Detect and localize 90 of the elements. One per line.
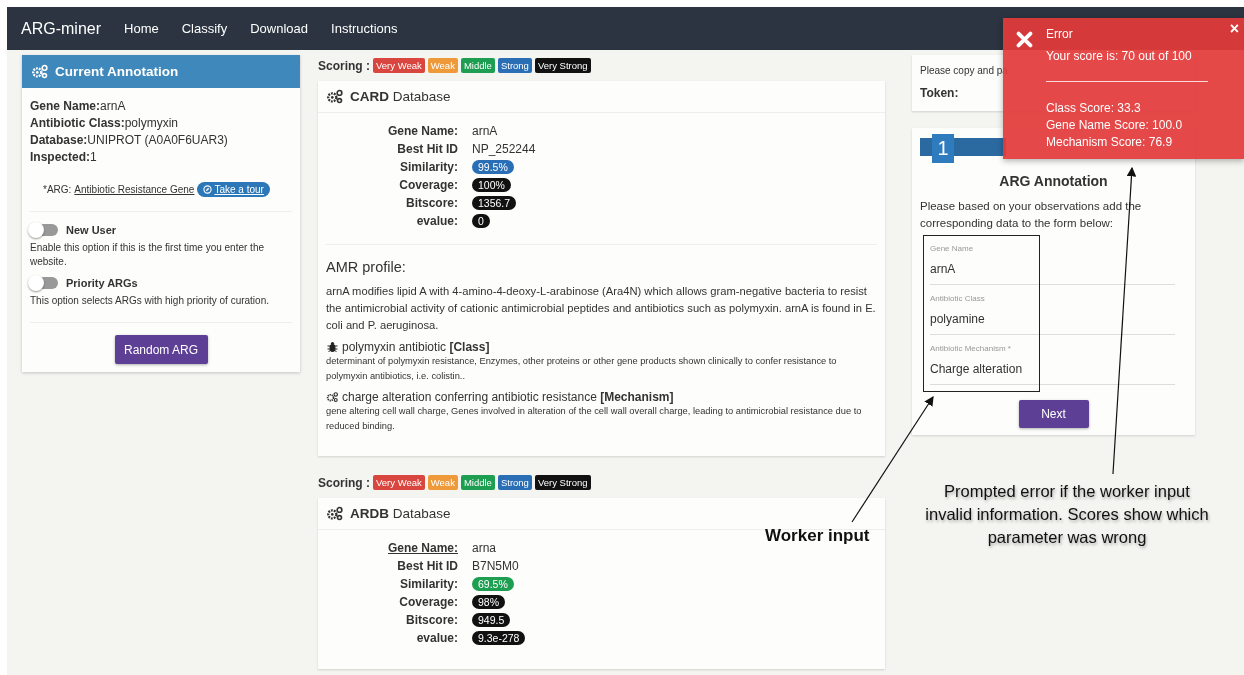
scoring-tag: Very Weak [373, 58, 425, 73]
gears-icon [326, 391, 339, 403]
field-value: UNIPROT (A0A0F6UAR3) [87, 133, 228, 147]
scoring-tag: Very Strong [534, 58, 591, 73]
value-badge: 100% [472, 178, 511, 192]
value-badge: 9.3e-278 [472, 631, 526, 645]
row-label: Gene Name: [386, 541, 458, 555]
scoring-tag: Weak [427, 58, 458, 73]
row-label: Bitscore: [405, 196, 458, 210]
value-badge: 69.5% [472, 577, 514, 591]
toggle-switch[interactable] [30, 277, 58, 289]
panel-title: Current Annotation [55, 64, 179, 79]
field-label: Database: [30, 133, 88, 147]
scoring-label: Scoring : [318, 58, 370, 73]
row-label: evalue: [415, 631, 458, 645]
compass-icon [203, 185, 213, 194]
scoring-tag: Very Weak [373, 475, 425, 490]
row-label: Gene Name: [386, 124, 458, 138]
row-value: arnA [472, 124, 498, 138]
input-field[interactable]: Antibiotic Class polyamine [930, 285, 1175, 335]
entry-description: determinant of polymyxin resistance, Enzymes, other proteins or other gene products shown clinically to confer resistance to polymyxin antibiotics, i.e. colistin.. [326, 355, 838, 383]
gears-icon [31, 64, 49, 79]
gears-icon [326, 89, 344, 104]
error-title: Error [1046, 27, 1073, 41]
score-text: Mechanism Score: 76.9 [1046, 134, 1174, 151]
callout-text: Prompted error if the worker input invalid information. Scores show which parameter was wrong [924, 481, 1210, 548]
entry-heading: polymyxin antibiotic [Class] [342, 340, 490, 354]
value-badge: 0 [472, 214, 490, 228]
card-title: CARD Database [350, 89, 451, 104]
score-text: Gene Name Score: 100.0 [1046, 117, 1184, 134]
toggle-description: Enable this option if this is the first time you enter the website. [30, 241, 265, 269]
next-button[interactable]: Next [1018, 400, 1089, 428]
form-title: ARG Annotation [998, 173, 1109, 189]
row-value: B7N5M0 [472, 559, 519, 573]
field-label: Antibiotic Class: [30, 116, 125, 130]
scoring-tag: Weak [427, 475, 458, 490]
scoring-label: Scoring : [318, 475, 370, 490]
note-text: *ARG: [43, 184, 72, 195]
close-button[interactable]: × [1226, 20, 1242, 38]
nav-link[interactable]: Classify [181, 21, 228, 36]
token-label: Token: [920, 86, 960, 100]
value-badge: 98% [472, 595, 505, 609]
input-field[interactable]: Antibiotic Mechanism * Charge alteration [930, 335, 1175, 385]
entry-description: gene altering cell wall charge, Genes involved in alteration of the cell wall overall charge, leading to antimicrobial resistance due to reduced binding. [326, 405, 863, 433]
toggle-description: This option selects ARGs with high priority of curation. [30, 294, 270, 308]
row-label: Coverage: [398, 595, 458, 609]
toggle-switch[interactable] [30, 224, 58, 236]
value-badge: 1356.7 [472, 196, 517, 210]
row-value: arna [472, 541, 497, 555]
field-value: polymyxin [124, 116, 179, 130]
tour-button[interactable]: Take a tour [197, 182, 270, 197]
nav-link[interactable]: Home [124, 21, 159, 36]
input-field[interactable]: Gene Name arnA [930, 235, 1175, 285]
row-label: Best Hit ID [396, 142, 458, 156]
value-badge: 949.5 [472, 613, 511, 627]
entry-heading: charge alteration conferring antibiotic resistance [Mechanism] [342, 390, 674, 404]
scoring-tag: Strong [497, 58, 532, 73]
random-button[interactable]: Random ARG [114, 335, 208, 364]
glossary-link[interactable]: Antibiotic Resistance Gene [74, 184, 195, 195]
step-number: 1 [932, 134, 954, 163]
scoring-tag: Strong [497, 475, 532, 490]
row-label: Similarity: [398, 577, 458, 591]
gears-icon [326, 506, 344, 521]
toggle-label: Priority ARGs [66, 277, 138, 289]
field-value: 1 [90, 150, 97, 164]
toggle-label: New User [66, 224, 117, 236]
field-label: Inspected: [30, 150, 90, 164]
scoring-tag: Very Strong [534, 475, 591, 490]
row-label: Best Hit ID [396, 559, 458, 573]
field-label: Gene Name: [30, 99, 101, 113]
row-label: evalue: [415, 214, 458, 228]
section-title: AMR profile: [326, 259, 407, 275]
row-label: Coverage: [398, 178, 458, 192]
callout-text: Worker input [765, 526, 870, 546]
value-badge: 99.5% [472, 160, 514, 174]
scoring-tag: Middle [460, 58, 495, 73]
profile-text: arnA modifies lipid A with 4-amino-4-deoxy-L-arabinose (Ara4N) which allows gram-negative bacteria to resist the antimicrobial activity of cationic antimicrobial peptides and antibiotics such as polymyxin. arnA is found in E. coli and P. aeruginosa. [326, 284, 877, 333]
brand-link[interactable]: ARG-miner [21, 19, 101, 38]
row-label: Bitscore: [405, 613, 458, 627]
row-label: Similarity: [398, 160, 458, 174]
error-message: Your score is: 70 out of 100 [1046, 49, 1193, 63]
nav-link[interactable]: Download [250, 21, 309, 36]
field-value: arnA [100, 99, 126, 113]
cross-icon [1016, 31, 1033, 48]
card-title: ARDB Database [350, 506, 451, 521]
scoring-tag: Middle [460, 475, 495, 490]
bug-icon [326, 341, 339, 353]
row-value: NP_252244 [472, 142, 536, 156]
nav-link[interactable]: Instructions [331, 21, 398, 36]
score-text: Class Score: 33.3 [1046, 100, 1142, 117]
